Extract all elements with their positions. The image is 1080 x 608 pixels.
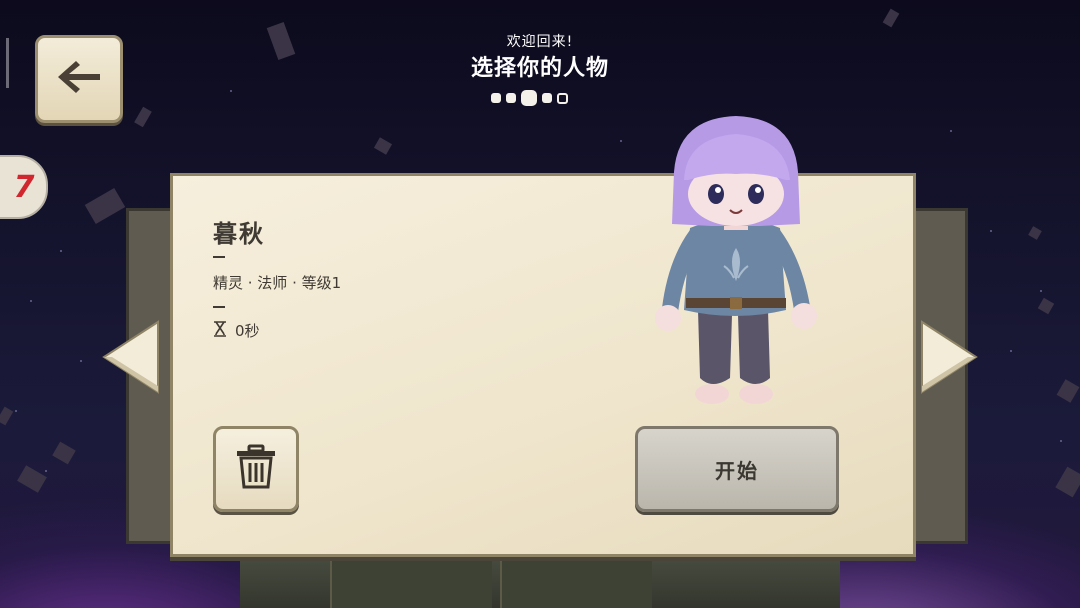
welcome-subtitle: 欢迎回来! bbox=[506, 34, 574, 50]
trash-icon bbox=[234, 444, 278, 494]
star bbox=[1060, 440, 1062, 442]
character-name: 暮秋 bbox=[213, 220, 265, 248]
debris-rock bbox=[17, 465, 47, 493]
divider bbox=[213, 306, 225, 308]
star bbox=[60, 250, 62, 252]
arrow-left-icon bbox=[56, 58, 102, 100]
logo-text: 7 bbox=[13, 169, 35, 205]
debris-rock bbox=[52, 441, 76, 465]
star bbox=[990, 230, 992, 232]
playtime-value: 0秒 bbox=[235, 322, 260, 340]
edge-bar bbox=[6, 38, 9, 88]
debris-rock bbox=[1037, 297, 1055, 315]
debris-rock bbox=[84, 187, 126, 225]
platform-segment bbox=[500, 548, 652, 608]
platform-segment bbox=[330, 548, 492, 608]
start-button[interactable]: 开始 bbox=[635, 426, 839, 512]
page-dot[interactable] bbox=[506, 93, 516, 103]
game-scene: 欢迎回来! 选择你的人物 7 暮秋 精灵 · 法师 · 等级1 0秒 开始 bbox=[0, 0, 1080, 608]
star bbox=[45, 470, 47, 472]
star bbox=[15, 410, 17, 412]
debris-rock bbox=[1055, 466, 1080, 498]
back-button[interactable] bbox=[35, 35, 123, 123]
star bbox=[1040, 290, 1042, 292]
page-dot-empty[interactable] bbox=[557, 92, 568, 104]
star bbox=[80, 360, 82, 362]
chevron-right-icon bbox=[920, 320, 978, 398]
debris-rock bbox=[1028, 226, 1042, 240]
page-indicator bbox=[491, 90, 568, 106]
debris-rock bbox=[1056, 379, 1080, 403]
star bbox=[30, 300, 32, 302]
logo-icon: 7 bbox=[14, 170, 35, 205]
character-model bbox=[640, 110, 830, 415]
page-dot[interactable] bbox=[542, 93, 552, 103]
debris-rock bbox=[882, 8, 900, 28]
star bbox=[620, 140, 622, 142]
hourglass-icon bbox=[213, 320, 227, 341]
star bbox=[950, 130, 952, 132]
delete-character-button[interactable] bbox=[213, 426, 299, 512]
debris-rock bbox=[134, 106, 152, 128]
previous-character-button[interactable] bbox=[102, 320, 160, 394]
page-title: 选择你的人物 bbox=[470, 56, 609, 81]
divider bbox=[213, 256, 225, 258]
character-info: 精灵 · 法师 · 等级1 bbox=[213, 274, 342, 292]
star bbox=[1010, 350, 1012, 352]
start-label: 开始 bbox=[715, 458, 759, 483]
chevron-left-icon bbox=[102, 320, 160, 398]
side-logo-tab[interactable]: 7 bbox=[0, 155, 48, 219]
playtime: 0秒 bbox=[213, 320, 260, 341]
page-dot[interactable] bbox=[491, 93, 501, 103]
star bbox=[230, 90, 232, 92]
debris-rock bbox=[0, 406, 14, 426]
next-character-button[interactable] bbox=[920, 320, 978, 394]
page-dot-active[interactable] bbox=[521, 90, 537, 106]
debris-rock bbox=[373, 137, 393, 155]
